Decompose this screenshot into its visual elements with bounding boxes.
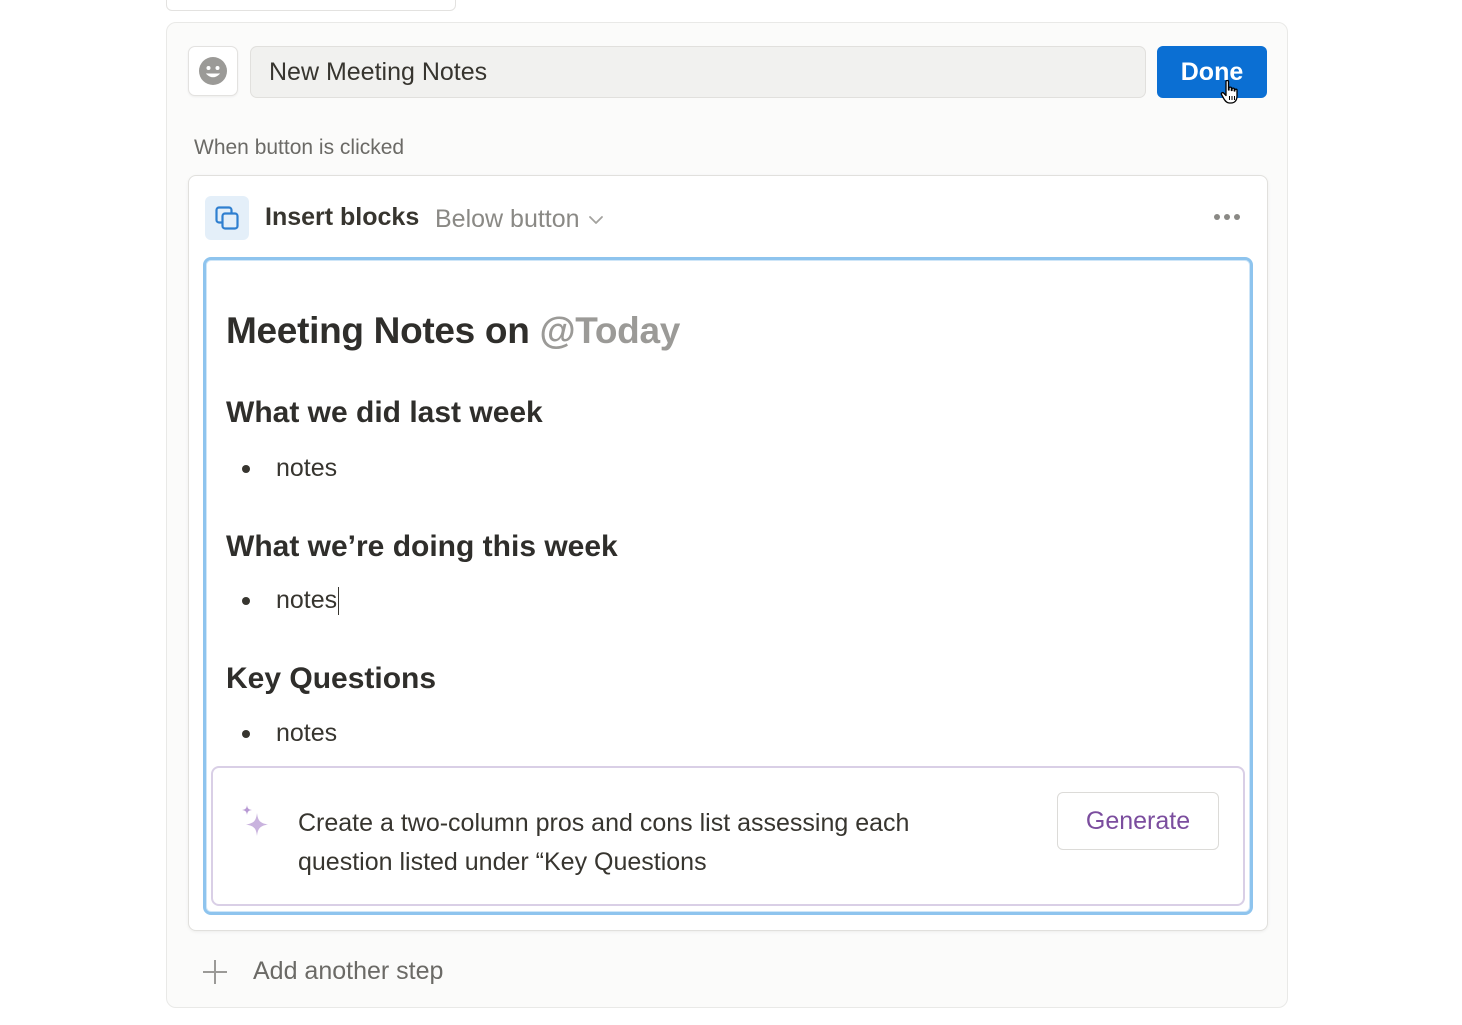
add-step-label: Add another step: [253, 957, 444, 985]
template-editor[interactable]: Meeting Notes on @Today What we did last…: [203, 257, 1253, 915]
insert-position-label: Below button: [435, 205, 580, 233]
insert-blocks-step: Insert blocks Below button Meeting Notes…: [188, 175, 1268, 931]
bullet-item[interactable]: notes: [242, 586, 340, 615]
previous-block-stub: [166, 0, 456, 11]
text-caret: [338, 586, 340, 615]
ai-prompt-line: Create a two-column pros and cons list a…: [298, 809, 910, 837]
bullet-dot: [242, 729, 250, 738]
bullet-text: notes: [276, 586, 338, 614]
plus-icon: [203, 959, 227, 984]
section-heading: Key Questions: [226, 662, 437, 695]
date-mention[interactable]: @Today: [540, 310, 681, 351]
bullet-text: notes: [276, 454, 338, 482]
button-settings-panel: Done When button is clicked Insert block…: [166, 22, 1288, 1008]
chevron-down-icon: [588, 215, 603, 224]
ai-prompt-text[interactable]: Create a two-column pros and cons list a…: [298, 804, 998, 882]
sparkle-icon: [242, 805, 268, 836]
step-icon-container: [205, 196, 249, 240]
hand-cursor-icon: [1220, 79, 1238, 104]
done-button[interactable]: Done: [1157, 46, 1267, 98]
insert-position-dropdown[interactable]: Below button: [435, 205, 604, 234]
template-title-text: Meeting Notes on: [226, 310, 530, 351]
emoji-picker-button[interactable]: [188, 46, 238, 96]
duplicate-blocks-icon: [215, 206, 239, 230]
bullet-dot: [242, 464, 250, 473]
add-another-step-button[interactable]: Add another step: [201, 957, 443, 986]
bullet-dot: [242, 596, 250, 605]
bullet-item[interactable]: notes: [242, 719, 337, 748]
trigger-label: When button is clicked: [194, 136, 405, 159]
bullet-text: notes: [276, 719, 338, 747]
step-title: Insert blocks: [265, 203, 420, 231]
ellipsis-icon: [1214, 214, 1220, 220]
section-heading: What we did last week: [226, 396, 543, 429]
template-title: Meeting Notes on @Today: [226, 310, 680, 352]
step-more-button[interactable]: [1207, 202, 1247, 232]
section-heading: What we’re doing this week: [226, 530, 618, 563]
button-name-input[interactable]: [250, 46, 1146, 98]
generate-button[interactable]: Generate: [1057, 792, 1219, 850]
smiley-face-icon: [199, 57, 227, 85]
ai-generate-block: Create a two-column pros and cons list a…: [211, 766, 1245, 906]
ai-prompt-line: question listed under “Key Questions: [298, 848, 707, 876]
bullet-item[interactable]: notes: [242, 454, 337, 483]
